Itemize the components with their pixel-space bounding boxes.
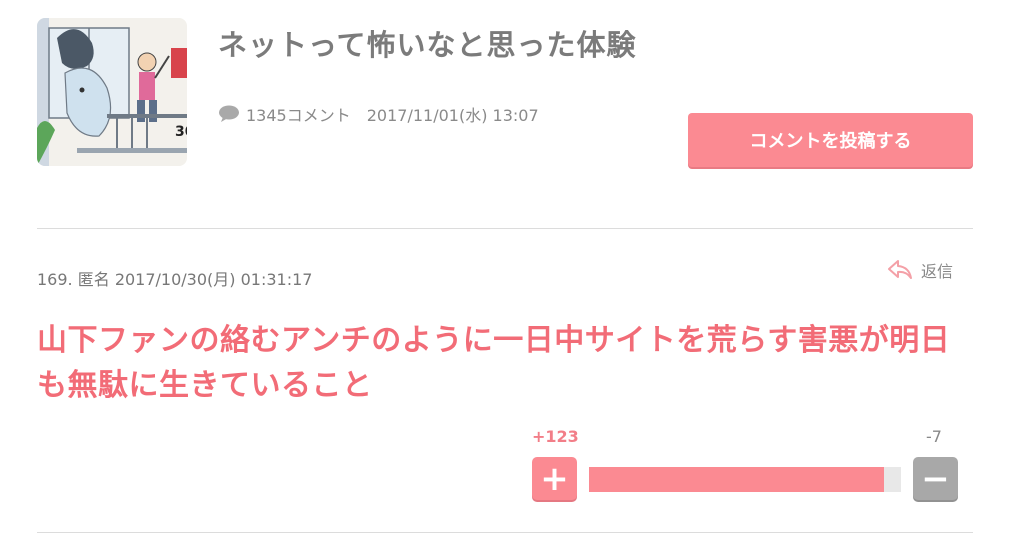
topic-thumbnail[interactable]: 30 (37, 18, 187, 166)
divider (37, 532, 973, 533)
speech-bubble-icon (218, 105, 240, 123)
minus-icon: − (921, 458, 950, 499)
comment-header: 169. 匿名 2017/10/30(月) 01:31:17 (37, 266, 312, 290)
comment-timestamp: 2017/10/30(月) 01:31:17 (114, 270, 313, 289)
vote-ratio-bar (589, 467, 901, 492)
topic-meta: 1345コメント 2017/11/01(水) 13:07 (218, 102, 539, 126)
divider (37, 228, 973, 229)
comment-body: 山下ファンの絡むアンチのように一日中サイトを荒らす害悪が明日も無駄に生きているこ… (37, 323, 951, 403)
topic-date: 2017/11/01(水) 13:07 (366, 106, 539, 125)
minus-vote-button[interactable]: − (913, 457, 958, 500)
minus-vote-count: -7 (926, 427, 942, 446)
post-comment-button[interactable]: コメントを投稿する (688, 113, 973, 167)
plus-vote-count: +123 (532, 427, 579, 446)
reply-arrow-icon (888, 260, 912, 279)
plus-vote-button[interactable]: + (532, 457, 577, 500)
vote-ratio-fill (589, 467, 885, 492)
comment-count: 1345コメント (246, 106, 351, 125)
comment-number-author: 169. 匿名 (37, 270, 110, 289)
reply-label: 返信 (921, 262, 954, 281)
plus-icon: + (540, 458, 569, 499)
thumbnail-illustration: 30 (37, 18, 187, 166)
topic-page: 30 ネットって怖いなと思った体験 1345コメント 2017/11/01(水)… (0, 0, 1015, 535)
reply-button[interactable]: 返信 (887, 258, 953, 282)
topic-title[interactable]: ネットって怖いなと思った体験 (218, 22, 637, 64)
thumbnail-price-text: 30 (175, 124, 187, 140)
